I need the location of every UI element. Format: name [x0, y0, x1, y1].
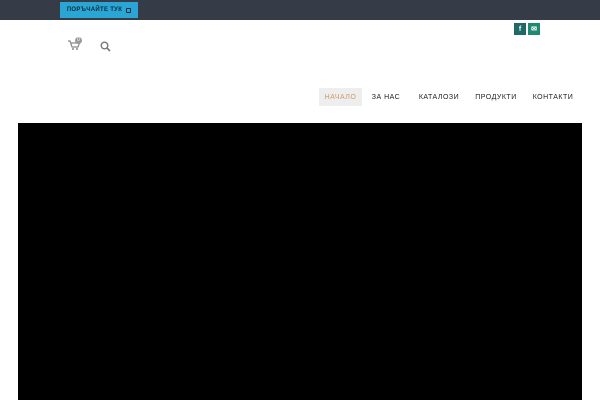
nav-item-products[interactable]: ПРОДУКТИ: [471, 88, 521, 106]
order-here-label: ПОРЪЧАЙТЕ ТУК: [66, 7, 123, 13]
nav-item-contacts[interactable]: КОНТАКТИ: [528, 88, 578, 106]
order-here-button[interactable]: ПОРЪЧАЙТЕ ТУК: [60, 2, 138, 18]
facebook-icon[interactable]: f: [514, 23, 526, 35]
nav-item-about[interactable]: ЗА НАС: [366, 88, 406, 106]
email-icon[interactable]: ✉: [528, 23, 540, 35]
cart-icon: [126, 7, 132, 13]
nav-item-catalogs[interactable]: КАТАЛОЗИ: [414, 88, 464, 106]
search-icon[interactable]: [100, 39, 111, 52]
nav-item-home[interactable]: НАЧАЛО: [319, 88, 362, 106]
top-bar: ПОРЪЧАЙТЕ ТУК: [0, 0, 600, 20]
cart-count-badge: 0: [75, 37, 82, 44]
hero-video-area[interactable]: [18, 123, 582, 400]
